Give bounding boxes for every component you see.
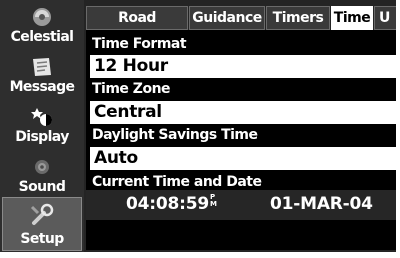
time-format-label: Time Format: [92, 36, 187, 52]
setup-icon: [30, 203, 54, 225]
celestial-icon: [33, 8, 51, 26]
current-date: 01-MAR-04: [270, 194, 373, 214]
tab-road-routing[interactable]: Road Routing: [86, 6, 188, 48]
tab-units[interactable]: U: [374, 6, 396, 30]
device-screen: Celestial Message Display Sound Setup Ro…: [0, 0, 396, 252]
sidebar-item-sound[interactable]: Sound: [0, 150, 84, 199]
sidebar-item-label: Setup: [20, 231, 64, 247]
sidebar-item-setup[interactable]: Setup: [2, 197, 82, 251]
display-icon: [31, 108, 52, 126]
daylight-savings-field[interactable]: Auto: [90, 147, 396, 170]
tab-timers[interactable]: Timers: [266, 6, 330, 30]
sidebar-item-message[interactable]: Message: [0, 50, 84, 99]
sound-icon: [35, 160, 49, 174]
sidebar-item-label: Sound: [18, 179, 66, 195]
daylight-savings-label: Daylight Savings Time: [92, 127, 258, 143]
current-time-date-row: 04:08:59 P M 01-MAR-04: [86, 190, 396, 220]
ampm-bottom: M: [209, 200, 217, 208]
sidebar-item-label: Display: [15, 129, 69, 145]
time-zone-label: Time Zone: [92, 81, 171, 97]
tab-bar: Road Routing Guidance Timers Time U: [86, 6, 396, 48]
sidebar-item-celestial[interactable]: Celestial: [0, 0, 84, 49]
message-icon: [33, 58, 51, 76]
current-time: 04:08:59 P M: [126, 194, 217, 215]
sidebar-item-label: Celestial: [10, 29, 74, 45]
tab-time[interactable]: Time: [331, 6, 373, 30]
tab-guidance[interactable]: Guidance: [189, 6, 265, 30]
sidebar: Celestial Message Display Sound Setup: [0, 0, 84, 252]
current-time-date-label: Current Time and Date: [92, 174, 262, 190]
ampm-indicator: PM: [210, 194, 217, 208]
time-zone-field[interactable]: Central: [90, 101, 396, 124]
current-time-value: 04:08:59: [126, 194, 209, 214]
time-format-field[interactable]: 12 Hour: [90, 55, 396, 78]
sidebar-item-label: Message: [9, 79, 75, 95]
sidebar-item-display[interactable]: Display: [0, 100, 84, 149]
time-settings-panel: Time Format 12 Hour Time Zone Central Da…: [86, 30, 396, 250]
